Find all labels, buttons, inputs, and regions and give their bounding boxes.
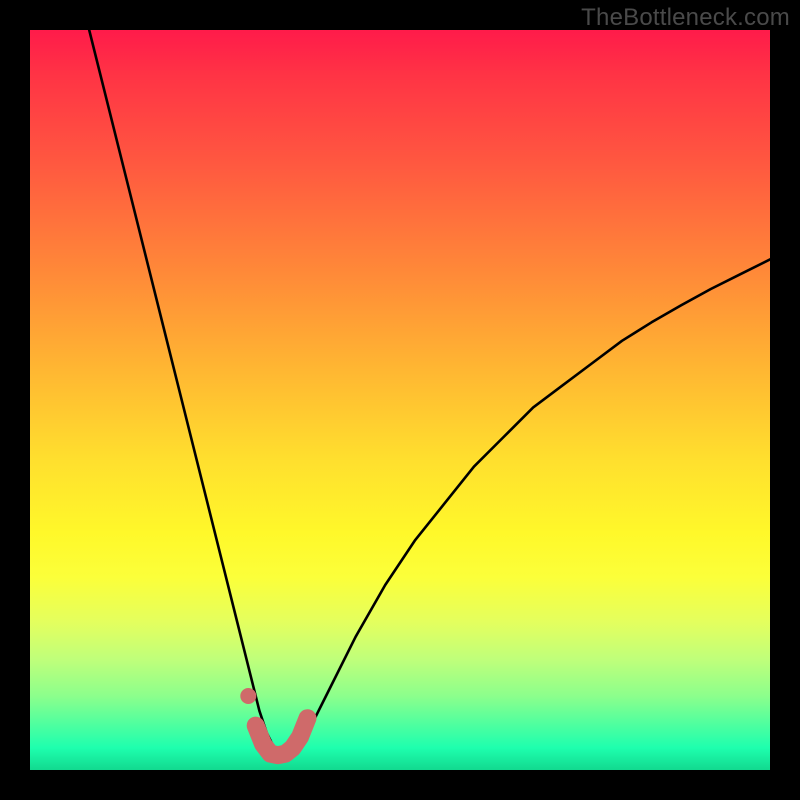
highlight-trough-marker [256, 718, 308, 755]
chart-svg [30, 30, 770, 770]
plot-area [30, 30, 770, 770]
watermark-text: TheBottleneck.com [581, 4, 790, 32]
bottleneck-curve [89, 30, 770, 755]
highlight-dot [240, 688, 256, 704]
